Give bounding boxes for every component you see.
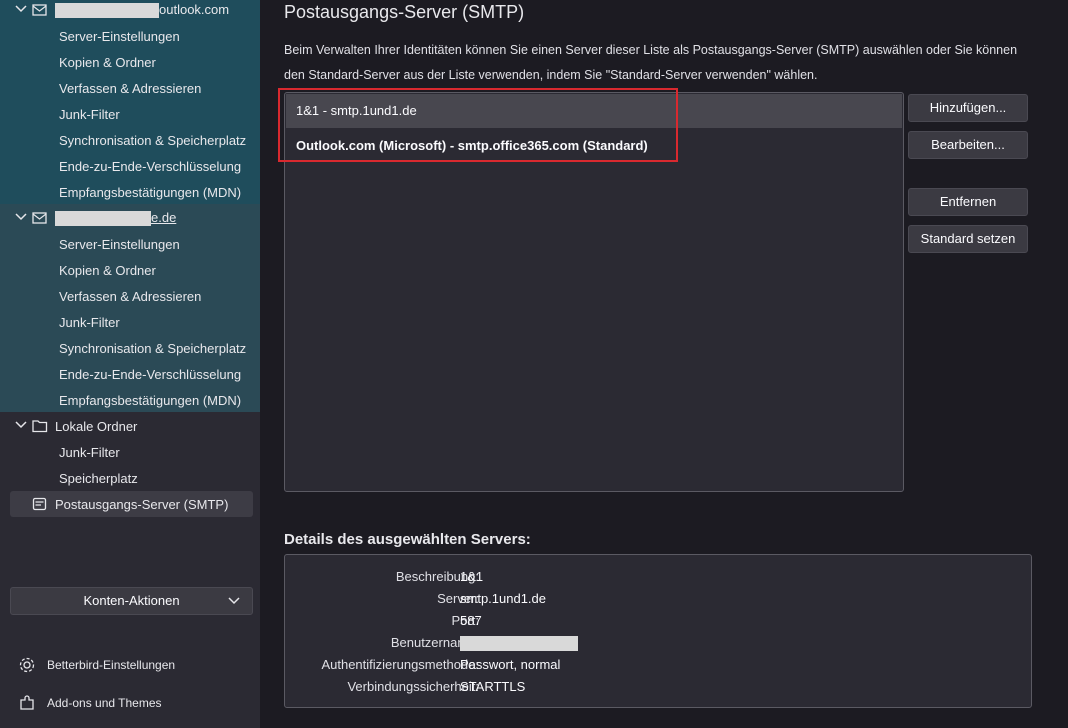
detail-value: Passwort, normal xyxy=(460,657,561,672)
local-folders-label: Lokale Ordner xyxy=(55,418,138,434)
smtp-server-list[interactable]: 1&1 - smtp.1und1.de Outlook.com (Microso… xyxy=(284,92,904,492)
mail-account-icon xyxy=(32,3,48,17)
account1-item-server[interactable]: Server-Einstellungen xyxy=(0,23,260,49)
smtp-settings-panel: Postausgangs-Server (SMTP) Beim Verwalte… xyxy=(260,0,1068,728)
detail-row-username: Benutzername: xyxy=(285,632,1031,654)
account1-item-label: Verfassen & Adressieren xyxy=(59,80,202,96)
account1-row[interactable]: outlook.com xyxy=(0,0,260,23)
account2-item-compose[interactable]: Verfassen & Adressieren xyxy=(0,283,260,309)
account1-item-label: Synchronisation & Speicherplatz xyxy=(59,132,247,148)
account1-item-label: Empfangsbestätigungen (MDN) xyxy=(59,184,242,200)
settings-link-label: Betterbird-Einstellungen xyxy=(47,658,176,672)
detail-value: smtp.1und1.de xyxy=(460,591,547,606)
account1-item-label: Kopien & Ordner xyxy=(59,54,156,70)
edit-server-button[interactable]: Bearbeiten... xyxy=(908,131,1028,159)
detail-row-security: Verbindungssicherheit: STARTTLS xyxy=(285,676,1031,698)
account2-item-sync[interactable]: Synchronisation & Speicherplatz xyxy=(0,335,260,361)
set-default-button[interactable]: Standard setzen xyxy=(908,225,1028,253)
account1-item-label: Junk-Filter xyxy=(59,106,120,122)
account1-item-copies[interactable]: Kopien & Ordner xyxy=(0,49,260,75)
account2-group: e.de Server-Einstellungen Kopien & Ordne… xyxy=(0,204,260,412)
outgoing-server-icon xyxy=(32,497,48,511)
redacted-email xyxy=(55,3,159,19)
folder-icon xyxy=(32,419,48,433)
account1-item-sync[interactable]: Synchronisation & Speicherplatz xyxy=(0,127,260,153)
redacted-username xyxy=(460,636,578,652)
detail-row-port: Port: 587 xyxy=(285,610,1031,632)
addons-link-label: Add-ons und Themes xyxy=(47,696,162,710)
detail-row-server: Server: smtp.1und1.de xyxy=(285,588,1031,610)
account2-item-label: Junk-Filter xyxy=(59,314,120,330)
mail-account-icon xyxy=(32,211,48,225)
server-list-item[interactable]: 1&1 - smtp.1und1.de xyxy=(286,94,902,128)
account2-item-junk[interactable]: Junk-Filter xyxy=(0,309,260,335)
local-folders-row[interactable]: Lokale Ordner xyxy=(0,413,260,439)
account2-name: e.de xyxy=(55,209,177,227)
intro-text: Beim Verwalten Ihrer Identitäten können … xyxy=(284,43,1018,82)
account1-item-label: Ende-zu-Ende-Verschlüsselung xyxy=(59,158,242,174)
addons-link[interactable]: Add-ons und Themes xyxy=(18,692,162,714)
account1-item-compose[interactable]: Verfassen & Adressieren xyxy=(0,75,260,101)
detail-row-auth: Authentifizierungsmethode: Passwort, nor… xyxy=(285,654,1031,676)
sidebar-item-smtp-label: Postausgangs-Server (SMTP) xyxy=(55,496,229,512)
detail-value: 587 xyxy=(460,613,482,628)
detail-label: Authentifizierungsmethode: xyxy=(321,657,479,672)
local-item-label: Speicherplatz xyxy=(59,470,138,486)
server-list-item[interactable]: Outlook.com (Microsoft) - smtp.office365… xyxy=(286,129,902,163)
account-actions-button[interactable]: Konten-Aktionen xyxy=(10,587,253,615)
page-title: Postausgangs-Server (SMTP) xyxy=(284,2,525,22)
detail-value: 1&1 xyxy=(460,569,484,584)
detail-value-redacted xyxy=(460,632,578,654)
account1-item-label: Server-Einstellungen xyxy=(59,28,180,44)
account2-item-server[interactable]: Server-Einstellungen xyxy=(0,231,260,257)
account2-domain: e.de xyxy=(151,209,177,225)
account1-item-mdn[interactable]: Empfangsbestätigungen (MDN) xyxy=(0,179,260,205)
local-item-storage[interactable]: Speicherplatz xyxy=(0,465,260,491)
local-item-label: Junk-Filter xyxy=(59,444,120,460)
server-details-box: Beschreibung: 1&1 Server: smtp.1und1.de … xyxy=(284,554,1032,708)
account2-item-label: Kopien & Ordner xyxy=(59,262,156,278)
redacted-email xyxy=(55,211,151,227)
settings-link[interactable]: Betterbird-Einstellungen xyxy=(18,654,175,676)
details-heading: Details des ausgewählten Servers: xyxy=(284,531,531,548)
sidebar-item-smtp[interactable]: Postausgangs-Server (SMTP) xyxy=(10,491,253,517)
account-actions-label: Konten-Aktionen xyxy=(83,593,180,608)
chevron-down-icon[interactable] xyxy=(14,4,28,16)
account2-item-label: Empfangsbestätigungen (MDN) xyxy=(59,392,242,408)
gear-icon xyxy=(18,656,36,674)
account2-item-mdn[interactable]: Empfangsbestätigungen (MDN) xyxy=(0,387,260,413)
chevron-down-icon[interactable] xyxy=(14,420,28,432)
account2-item-e2e[interactable]: Ende-zu-Ende-Verschlüsselung xyxy=(0,361,260,387)
account2-row[interactable]: e.de xyxy=(0,205,260,231)
remove-server-button[interactable]: Entfernen xyxy=(908,188,1028,216)
account1-item-e2e[interactable]: Ende-zu-Ende-Verschlüsselung xyxy=(0,153,260,179)
account1-name: outlook.com xyxy=(55,1,230,19)
account1-domain: outlook.com xyxy=(159,1,230,17)
puzzle-icon xyxy=(18,694,36,712)
account1-group: outlook.com Server-Einstellungen Kopien … xyxy=(0,0,260,204)
local-item-junk[interactable]: Junk-Filter xyxy=(0,439,260,465)
account2-item-label: Verfassen & Adressieren xyxy=(59,288,202,304)
chevron-down-icon[interactable] xyxy=(14,212,28,224)
add-server-button[interactable]: Hinzufügen... xyxy=(908,94,1028,122)
detail-value: STARTTLS xyxy=(460,679,526,694)
chevron-down-icon xyxy=(228,588,240,614)
account2-item-copies[interactable]: Kopien & Ordner xyxy=(0,257,260,283)
account1-item-junk[interactable]: Junk-Filter xyxy=(0,101,260,127)
account2-item-label: Server-Einstellungen xyxy=(59,236,180,252)
detail-row-description: Beschreibung: 1&1 xyxy=(285,566,1031,588)
account2-item-label: Ende-zu-Ende-Verschlüsselung xyxy=(59,366,242,382)
account2-item-label: Synchronisation & Speicherplatz xyxy=(59,340,247,356)
account-sidebar: outlook.com Server-Einstellungen Kopien … xyxy=(0,0,260,728)
